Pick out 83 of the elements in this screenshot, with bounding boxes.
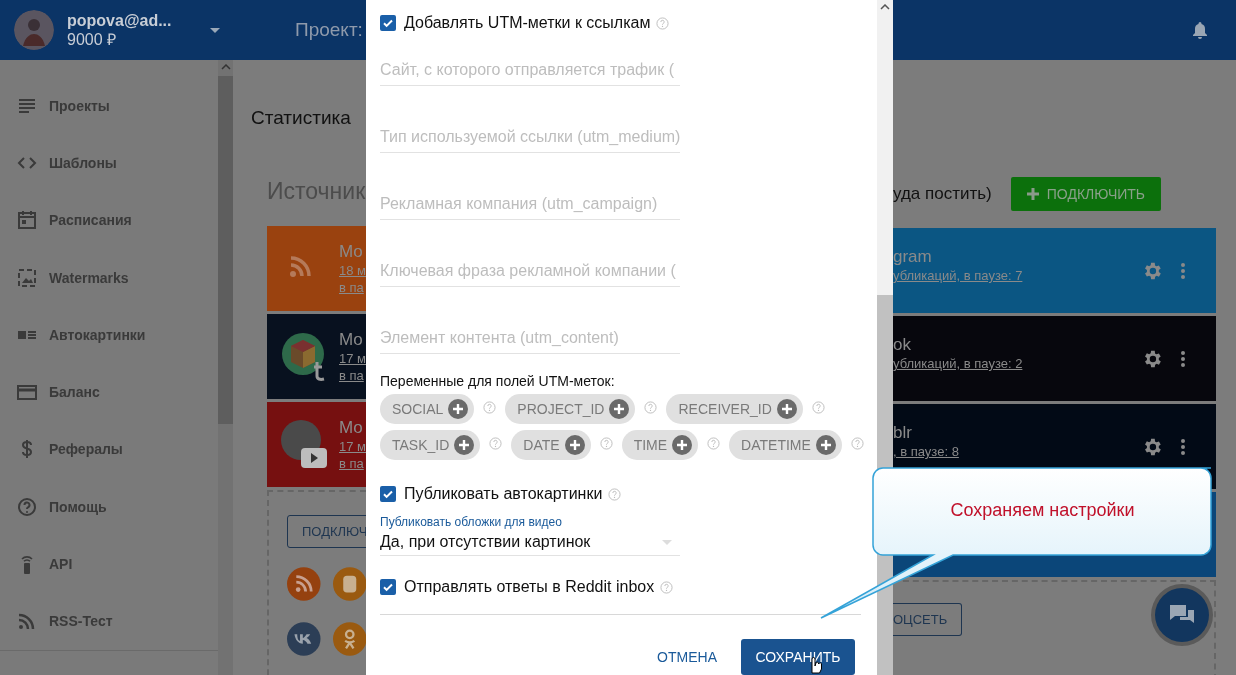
plus-icon[interactable]	[776, 399, 797, 419]
add-network-button[interactable]: ОЦСЕТЬ	[893, 603, 963, 636]
rss-icon	[289, 254, 313, 278]
rss-icon	[17, 611, 37, 632]
sidebar-item[interactable]: Проекты	[0, 77, 218, 135]
variables-label: Переменные для полей UTM-меток:	[380, 373, 616, 390]
variable-chip[interactable]: SOCIAL	[380, 394, 475, 424]
plus-icon[interactable]	[564, 435, 585, 455]
sidebar-item[interactable]: Расписания	[0, 191, 218, 249]
account-name: ok	[893, 335, 912, 355]
callout-text: Сохраняем настройки	[949, 500, 1136, 521]
plus-icon[interactable]	[672, 435, 693, 455]
account-link[interactable]: , в паузе: 8	[893, 443, 959, 460]
sidebar-item[interactable]: Watermarks	[0, 248, 218, 307]
variable-chip[interactable]: RECEIVER_ID	[666, 394, 803, 424]
source-link[interactable]: 17 м	[339, 437, 366, 455]
save-button[interactable]: СОХРАНИТЬ	[741, 639, 855, 675]
more-icon[interactable]	[1181, 351, 1185, 367]
select-field[interactable]: Да, при отсутствии картинок	[380, 531, 680, 556]
source-link[interactable]: в па	[339, 278, 366, 296]
account-link[interactable]: убликаций, в паузе: 7	[893, 267, 1023, 284]
sidebar-item[interactable]: Помощь	[0, 478, 218, 536]
account-name: gram	[893, 247, 933, 267]
checkbox[interactable]	[380, 486, 396, 502]
account-link[interactable]: убликаций, в паузе: 2	[893, 355, 1023, 372]
avatar-icon[interactable]	[14, 10, 54, 50]
scroll-up-icon[interactable]	[880, 4, 890, 10]
section-title: уда постить)	[893, 184, 992, 204]
plus-icon[interactable]	[815, 435, 836, 455]
vk-icon[interactable]	[287, 620, 321, 658]
more-icon[interactable]	[1181, 439, 1185, 455]
checkbox-label[interactable]: Отправлять ответы в Reddit inbox	[404, 578, 655, 596]
cancel-button[interactable]: ОТМЕНА	[657, 649, 717, 665]
blog-icon[interactable]	[332, 565, 366, 603]
source-name: Мо	[339, 417, 364, 438]
checkbox-label[interactable]: Публиковать автокартинки	[404, 485, 603, 503]
source-name: Мо	[339, 241, 364, 262]
calendar-icon	[17, 210, 37, 231]
source-link[interactable]: в па	[339, 454, 366, 472]
checkbox[interactable]	[380, 579, 396, 595]
variable-chip[interactable]: DATE	[511, 430, 591, 460]
input-field[interactable]: Тип используемой ссылки (utm_medium)	[380, 127, 680, 153]
variable-chip[interactable]: TASK_ID	[380, 430, 481, 460]
sidebar-item[interactable]: API	[0, 535, 218, 593]
plus-icon[interactable]	[609, 399, 630, 419]
checkbox[interactable]	[380, 15, 396, 31]
input-field[interactable]: Ключевая фраза рекламной компании (	[380, 261, 680, 287]
rss-icon[interactable]	[287, 565, 321, 603]
variable-chip[interactable]: TIME	[621, 430, 699, 460]
credit-card-icon	[17, 382, 37, 403]
variable-chip[interactable]: PROJECT_ID	[505, 394, 636, 424]
variable-chip[interactable]: DATETIME	[729, 430, 842, 460]
page-title: Проект:	[294, 19, 363, 41]
plus-icon	[1026, 188, 1039, 200]
help-icon	[17, 496, 37, 517]
caret-icon[interactable]	[209, 27, 220, 33]
source-name: Мо	[339, 329, 364, 350]
plus-icon[interactable]	[454, 435, 475, 455]
balance: 9000 ₽	[67, 30, 118, 49]
sidebar-item[interactable]: Шаблоны	[0, 134, 218, 192]
select-label: Публиковать обложки для видео	[380, 515, 563, 529]
checkbox-label[interactable]: Добавлять UTM-метки к ссылкам	[404, 14, 651, 32]
scrollbar[interactable]	[218, 60, 233, 675]
connect-button[interactable]: ПОДКЛЮЧИТЬ	[1010, 177, 1162, 211]
input-field[interactable]: Рекламная компания (utm_campaign)	[380, 194, 680, 220]
input-field[interactable]: Сайт, с которого отправляется трафик (	[380, 60, 680, 86]
account-name: blr	[893, 423, 913, 443]
source-link[interactable]: 18 м	[339, 261, 366, 279]
ok-icon[interactable]	[332, 620, 366, 658]
plus-icon[interactable]	[448, 399, 469, 419]
input-field[interactable]: Элемент контента (utm_content)	[380, 328, 680, 354]
section-title: Статистика	[251, 107, 352, 129]
user-email[interactable]: popova@ad...	[67, 11, 172, 30]
sidebar-item[interactable]: Рефералы	[0, 420, 218, 479]
image-icon	[17, 267, 37, 288]
scroll-up-icon[interactable]	[220, 64, 231, 70]
source-link[interactable]: в па	[339, 366, 366, 384]
sidebar-item[interactable]: RSS-Тест	[0, 592, 218, 650]
sidebar-item[interactable]: Автокартинки	[0, 306, 218, 364]
bell-icon[interactable]	[1192, 21, 1208, 39]
sidebar-item[interactable]: Баланс	[0, 363, 218, 421]
source-link[interactable]: 17 м	[339, 349, 366, 367]
chat-button[interactable]	[1150, 583, 1214, 647]
